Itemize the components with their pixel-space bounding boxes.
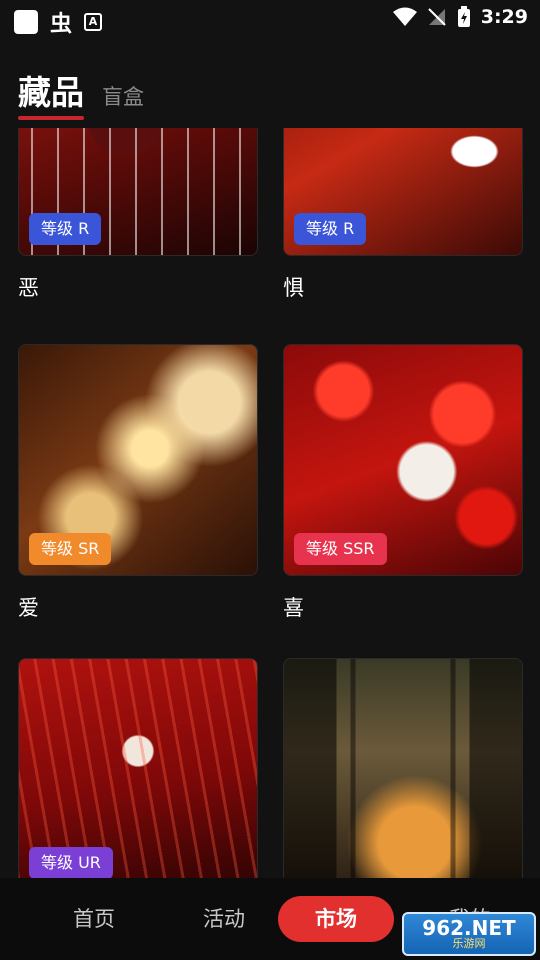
no-signal-icon (428, 8, 446, 26)
nav-home[interactable]: 首页 (44, 896, 144, 942)
rarity-badge: 等级 UR (29, 847, 113, 878)
status-right-icons: 3:29 (392, 6, 528, 28)
notification-square-icon (14, 10, 38, 34)
app-notification-icon: 虫 (50, 12, 73, 37)
watermark-bottom-text: 乐游网 (452, 937, 486, 950)
rarity-badge: 等级 R (29, 213, 102, 245)
status-left-icons: 虫 A (14, 6, 103, 38)
tab-blind-box[interactable]: 盲盒 (102, 81, 144, 111)
card-title: 喜 (283, 596, 304, 620)
card-artwork[interactable]: 等级 R (283, 128, 523, 256)
collection-card[interactable]: 等级 R 惧 (283, 128, 523, 300)
rarity-badge: 等级 SSR (294, 533, 387, 565)
site-watermark: 962.NET 乐游网 (402, 912, 536, 956)
card-artwork[interactable]: 等级 R (18, 128, 258, 256)
collection-grid: 等级 R 恶 等级 R 惧 等级 SR 爱 等级 SSR 喜 等级 UR (0, 128, 540, 878)
card-artwork[interactable]: 等级 SSR (283, 344, 523, 576)
nav-activity[interactable]: 活动 (174, 896, 274, 942)
card-artwork[interactable] (283, 658, 523, 878)
collection-card[interactable]: 等级 SR 爱 (18, 344, 258, 620)
font-notification-icon: A (84, 13, 103, 31)
wifi-icon (392, 7, 417, 26)
collection-card[interactable]: 等级 R 恶 (18, 128, 258, 300)
card-artwork[interactable]: 等级 SR (18, 344, 258, 576)
collection-card[interactable]: 等级 UR (18, 658, 258, 878)
collection-card[interactable]: 等级 SSR 喜 (283, 344, 523, 620)
card-artwork[interactable]: 等级 UR (18, 658, 258, 878)
tab-collection[interactable]: 藏品 (18, 66, 84, 120)
watermark-top-text: 962.NET (422, 916, 516, 940)
card-title: 惧 (283, 276, 304, 300)
nav-market[interactable]: 市场 (278, 896, 394, 942)
battery-charging-icon (457, 6, 470, 27)
rarity-badge: 等级 R (294, 213, 367, 245)
collection-card[interactable] (283, 658, 523, 878)
rarity-badge: 等级 SR (29, 533, 112, 565)
card-title: 恶 (18, 276, 39, 300)
collection-tabs: 藏品 盲盒 (18, 66, 144, 120)
status-bar: 虫 A 3:29 (0, 0, 540, 38)
status-time: 3:29 (480, 6, 528, 28)
card-title: 爱 (18, 596, 39, 620)
